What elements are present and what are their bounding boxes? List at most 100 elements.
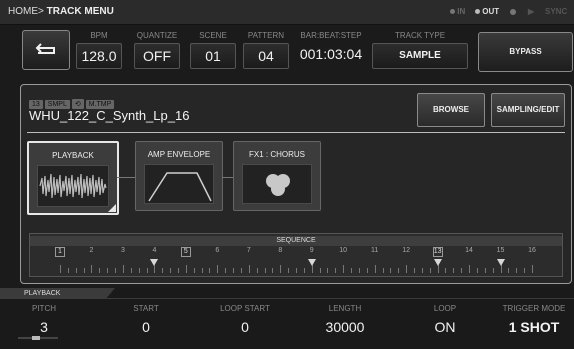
back-button[interactable]	[22, 30, 70, 70]
start-param[interactable]: START 0	[106, 304, 186, 335]
quantize-value[interactable]: OFF	[134, 43, 180, 69]
browse-button[interactable]: BROWSE	[417, 93, 485, 127]
sync-label: SYNC	[545, 7, 568, 16]
sequence-tick	[311, 265, 313, 273]
out-indicator: OUT	[475, 7, 499, 16]
trigger-mode-label: TRIGGER MODE	[502, 304, 566, 313]
fx-chorus-block[interactable]: FX1 : CHORUS	[233, 141, 321, 211]
trigger-mode-value[interactable]: 1 SHOT	[494, 319, 574, 335]
breadcrumb-home[interactable]: HOME	[8, 6, 38, 17]
sequence-tick	[421, 268, 423, 273]
sequence-tick	[303, 268, 305, 273]
sequence-tick	[130, 268, 132, 273]
sequence-tick	[264, 268, 266, 273]
sequence-tick	[524, 268, 526, 273]
bpm-value[interactable]: 128.0	[76, 43, 122, 69]
track-type-value[interactable]: SAMPLE	[372, 43, 468, 69]
loop-start-value[interactable]: 0	[205, 319, 285, 335]
pitch-slider[interactable]	[18, 336, 58, 340]
sequence-tick	[185, 265, 187, 273]
pitch-label: PITCH	[32, 304, 56, 313]
bar-beat-step-label: BAR:BEAT:STEP	[300, 31, 362, 40]
sequence-step-label: 11	[371, 247, 379, 254]
sequence-tick	[343, 265, 345, 273]
sequence-tick	[107, 268, 109, 273]
pattern-control[interactable]: PATTERN 04	[243, 30, 289, 70]
loop-value[interactable]: ON	[405, 319, 485, 335]
record-dot-icon	[510, 8, 516, 15]
sequence-step-label: 16	[528, 247, 536, 254]
trigger-marker-icon[interactable]	[433, 259, 442, 266]
sequence-step-label: 13	[432, 247, 443, 257]
loop-start-param[interactable]: LOOP START 0	[205, 304, 285, 335]
sequence-tick	[217, 265, 219, 273]
sequence-tick	[532, 265, 533, 273]
pattern-value[interactable]: 04	[243, 43, 289, 69]
start-value[interactable]: 0	[106, 319, 186, 335]
sequence-tick	[351, 268, 353, 273]
sequence-tick	[453, 268, 455, 273]
sequence-tick	[429, 268, 431, 273]
quantize-control[interactable]: QUANTIZE OFF	[134, 30, 180, 70]
loop-param[interactable]: LOOP ON	[405, 304, 485, 335]
sequence-tick	[170, 268, 172, 273]
trigger-marker-icon[interactable]	[150, 259, 159, 266]
pattern-label: PATTERN	[247, 31, 285, 40]
sequence-tick	[335, 268, 337, 273]
sequence-tick	[319, 268, 321, 273]
sequence-tick	[75, 268, 77, 273]
sequence-step-label: 5	[180, 247, 191, 257]
bpm-control[interactable]: BPM 128.0	[76, 30, 122, 70]
trigger-mode-param[interactable]: TRIGGER MODE 1 SHOT	[494, 304, 574, 335]
sequence-tick	[201, 268, 203, 273]
breadcrumb-current: TRACK MENU	[46, 6, 114, 17]
sequence-step-label: 9	[309, 247, 314, 254]
sequence-step-label: 4	[152, 247, 157, 254]
sequence-tick	[288, 268, 290, 273]
sequence-step-label: 12	[402, 247, 411, 254]
length-value[interactable]: 30000	[305, 319, 385, 335]
sequence-tick	[508, 268, 510, 273]
sequence-tick	[492, 268, 494, 273]
sequence-tick	[374, 265, 376, 273]
sequence-step-label: 14	[465, 247, 473, 254]
sequence-tick	[358, 268, 360, 273]
sequence-tick	[248, 265, 250, 273]
sequence-tick	[83, 268, 85, 273]
edit-corner-icon	[108, 204, 116, 212]
sequence-tick	[99, 268, 101, 273]
tab-underline	[0, 298, 574, 299]
sequence-tick	[296, 268, 297, 273]
input-level-icon	[450, 9, 455, 15]
pitch-value[interactable]: 3	[4, 319, 84, 335]
sample-name: WHU_122_C_Synth_Lp_16	[29, 108, 190, 123]
scene-control[interactable]: SCENE 01	[190, 30, 236, 70]
track-type-control[interactable]: TRACK TYPE SAMPLE	[372, 30, 468, 70]
trigger-marker-icon[interactable]	[307, 259, 316, 266]
in-label: IN	[457, 7, 466, 16]
play-status: ▶	[528, 7, 534, 16]
breadcrumb: HOME> TRACK MENU	[8, 6, 114, 17]
chain-connector	[117, 177, 135, 178]
sequence-tick	[146, 268, 148, 273]
sequence-step-label: 6	[215, 247, 220, 254]
track-type-label: TRACK TYPE	[394, 31, 446, 40]
sequence-tick	[154, 265, 156, 273]
scene-value[interactable]: 01	[190, 43, 236, 69]
pitch-param[interactable]: PITCH 3	[4, 304, 84, 335]
bypass-button[interactable]: BYPASS	[478, 32, 573, 72]
amp-envelope-block[interactable]: AMP ENVELOPE	[135, 141, 223, 211]
sequence-tick	[115, 268, 117, 273]
playback-block[interactable]: PLAYBACK	[27, 141, 119, 215]
sequence-step-label: 15	[496, 247, 505, 254]
sequence-step-label: 2	[89, 247, 94, 254]
length-param[interactable]: LENGTH 30000	[305, 304, 385, 335]
sequence-strip[interactable]: SEQUENCE 1 2 3 4 5 6 7 8 9 10 11 12 13 14 15 16	[29, 233, 563, 277]
sampling-edit-button[interactable]: SAMPLING/EDIT	[491, 93, 565, 127]
trigger-marker-icon[interactable]	[496, 259, 505, 266]
quantize-label: QUANTIZE	[136, 31, 178, 40]
waveform-icon	[37, 165, 109, 207]
divider	[27, 132, 565, 133]
in-indicator: IN	[450, 7, 465, 16]
pitch-slider-knob[interactable]	[32, 336, 40, 340]
